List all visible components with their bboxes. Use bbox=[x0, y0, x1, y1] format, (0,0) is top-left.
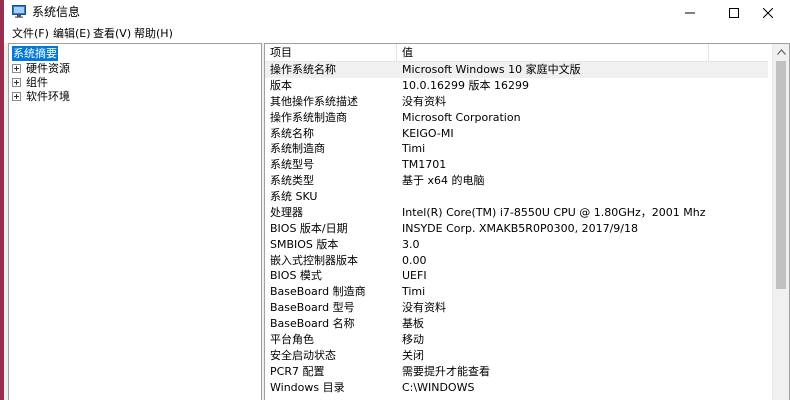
row-item-name: BIOS 版本/日期 bbox=[270, 221, 348, 235]
tree-item-label: 系统摘要 bbox=[12, 46, 58, 61]
list-header: 项目 值 bbox=[265, 44, 768, 62]
tree-item-label: 硬件资源 bbox=[26, 62, 70, 75]
row-item-value: Timi bbox=[402, 285, 426, 299]
expand-icon[interactable] bbox=[12, 78, 21, 87]
row-item-name: 操作系统名称 bbox=[270, 63, 336, 76]
menu-file[interactable]: 文件(F) bbox=[10, 26, 51, 41]
scroll-thumb[interactable] bbox=[776, 61, 786, 289]
row-item-name: BaseBoard 制造商 bbox=[270, 285, 366, 299]
row-item-name: BaseBoard 型号 bbox=[270, 301, 355, 315]
table-row[interactable]: PCR7 配置 需要提升才能查看 bbox=[265, 364, 768, 380]
row-item-name: 系统制造商 bbox=[270, 142, 325, 156]
table-row[interactable]: 操作系统制造商 Microsoft Corporation bbox=[265, 110, 768, 126]
column-header-value[interactable]: 值 bbox=[397, 44, 709, 62]
row-item-name: 平台角色 bbox=[270, 332, 314, 346]
row-item-value: 10.0.16299 版本 16299 bbox=[402, 78, 529, 92]
table-row[interactable]: 平台角色 移动 bbox=[265, 332, 768, 348]
table-row[interactable]: 系统类型 基于 x64 的电脑 bbox=[265, 173, 768, 189]
row-item-name: 其他操作系统描述 bbox=[270, 94, 358, 108]
row-item-value: 关闭 bbox=[402, 348, 424, 362]
row-item-name: Windows 目录 bbox=[270, 380, 345, 394]
row-item-value: Microsoft Windows 10 家庭中文版 bbox=[402, 63, 581, 76]
table-row[interactable]: 系统 SKU bbox=[265, 189, 768, 205]
row-item-value: 没有资料 bbox=[402, 301, 446, 315]
table-row[interactable]: Windows 目录 C:\WINDOWS bbox=[265, 380, 768, 396]
list-body: 操作系统名称 Microsoft Windows 10 家庭中文版版本 10.0.1… bbox=[265, 62, 768, 395]
row-item-value: INSYDE Corp. XMAKB5R0P0300, 2017/9/18 bbox=[402, 221, 638, 235]
table-row[interactable]: 版本 10.0.16299 版本 16299 bbox=[265, 78, 768, 94]
chevron-up-icon bbox=[776, 49, 786, 55]
system-info-icon bbox=[12, 5, 26, 18]
row-item-value: 需要提升才能查看 bbox=[402, 364, 490, 378]
row-item-value: 没有资料 bbox=[402, 94, 446, 108]
row-item-name: 系统类型 bbox=[270, 174, 314, 188]
column-header-item[interactable]: 项目 bbox=[265, 44, 397, 62]
details-list[interactable]: 项目 值 操作系统名称 Microsoft Windows 10 家庭中文版版本 1… bbox=[264, 43, 790, 400]
desktop-edge bbox=[0, 0, 4, 400]
close-icon bbox=[763, 7, 773, 18]
row-item-name: BIOS 模式 bbox=[270, 269, 322, 283]
row-item-value: Microsoft Corporation bbox=[402, 110, 521, 124]
row-item-name: 系统名称 bbox=[270, 126, 314, 140]
title-bar[interactable]: 系统信息 bbox=[4, 0, 790, 25]
menu-help[interactable]: 帮助(H) bbox=[132, 26, 175, 41]
row-item-value: C:\WINDOWS bbox=[402, 380, 475, 394]
table-row[interactable]: BIOS 模式 UEFI bbox=[265, 268, 768, 284]
row-item-value: KEIGO-MI bbox=[402, 126, 454, 140]
row-item-name: 处理器 bbox=[270, 205, 303, 219]
row-item-value: Intel(R) Core(TM) i7-8550U CPU @ 1.80GHz… bbox=[402, 205, 707, 219]
maximize-icon bbox=[729, 7, 739, 18]
row-item-name: 嵌入式控制器版本 bbox=[270, 253, 358, 267]
row-item-value: Timi bbox=[402, 142, 426, 156]
table-row[interactable]: SMBIOS 版本 3.0 bbox=[265, 237, 768, 253]
row-item-name: 系统型号 bbox=[270, 158, 314, 172]
tree-item-label: 组件 bbox=[26, 76, 48, 89]
row-item-name: 系统 SKU bbox=[270, 190, 318, 203]
row-item-value: 0.00 bbox=[402, 253, 427, 267]
vertical-scrollbar[interactable] bbox=[772, 44, 789, 400]
scroll-up-button[interactable] bbox=[773, 44, 789, 60]
category-tree[interactable]: 系统摘要 硬件资源 组件 软件环境 bbox=[8, 43, 262, 400]
row-item-name: PCR7 配置 bbox=[270, 364, 325, 378]
table-row[interactable]: BaseBoard 制造商 Timi bbox=[265, 284, 768, 300]
close-button[interactable] bbox=[746, 0, 790, 25]
tree-item-label: 软件环境 bbox=[26, 90, 70, 103]
row-item-value: 基板 bbox=[402, 317, 424, 330]
table-row[interactable]: BIOS 版本/日期 INSYDE Corp. XMAKB5R0P0300, 20… bbox=[265, 221, 768, 237]
row-item-name: 操作系统制造商 bbox=[270, 110, 347, 124]
minimize-icon bbox=[685, 12, 695, 13]
row-item-name: SMBIOS 版本 bbox=[270, 237, 339, 251]
table-row[interactable]: 其他操作系统描述 没有资料 bbox=[265, 94, 768, 110]
row-item-name: BaseBoard 名称 bbox=[270, 317, 355, 330]
table-row[interactable]: BaseBoard 名称 基板 bbox=[265, 316, 768, 332]
table-row[interactable]: 系统制造商 Timi bbox=[265, 141, 768, 157]
menu-view[interactable]: 查看(V) bbox=[91, 26, 133, 41]
row-item-value: 3.0 bbox=[402, 237, 420, 251]
table-row[interactable]: 处理器 Intel(R) Core(TM) i7-8550U CPU @ 1.80… bbox=[265, 205, 768, 221]
expand-icon[interactable] bbox=[12, 92, 21, 101]
expand-icon[interactable] bbox=[12, 64, 21, 73]
row-item-value: 基于 x64 的电脑 bbox=[402, 174, 485, 188]
row-item-value: 移动 bbox=[402, 332, 424, 346]
table-row[interactable]: BaseBoard 型号 没有资料 bbox=[265, 300, 768, 316]
table-row[interactable]: 系统名称 KEIGO-MI bbox=[265, 126, 768, 142]
table-row[interactable]: 嵌入式控制器版本 0.00 bbox=[265, 253, 768, 269]
table-row[interactable]: 系统型号 TM1701 bbox=[265, 157, 768, 173]
row-item-name: 安全启动状态 bbox=[270, 348, 336, 362]
table-row[interactable]: 安全启动状态 关闭 bbox=[265, 348, 768, 364]
table-row[interactable]: 操作系统名称 Microsoft Windows 10 家庭中文版 bbox=[265, 62, 768, 78]
window-title: 系统信息 bbox=[32, 5, 81, 19]
row-item-value: TM1701 bbox=[402, 158, 447, 172]
row-item-name: 版本 bbox=[270, 78, 292, 92]
minimize-button[interactable] bbox=[668, 0, 712, 25]
row-item-value: UEFI bbox=[402, 269, 427, 283]
menu-bar: 文件(F) 编辑(E) 查看(V) 帮助(H) bbox=[4, 25, 790, 43]
menu-edit[interactable]: 编辑(E) bbox=[51, 26, 93, 41]
